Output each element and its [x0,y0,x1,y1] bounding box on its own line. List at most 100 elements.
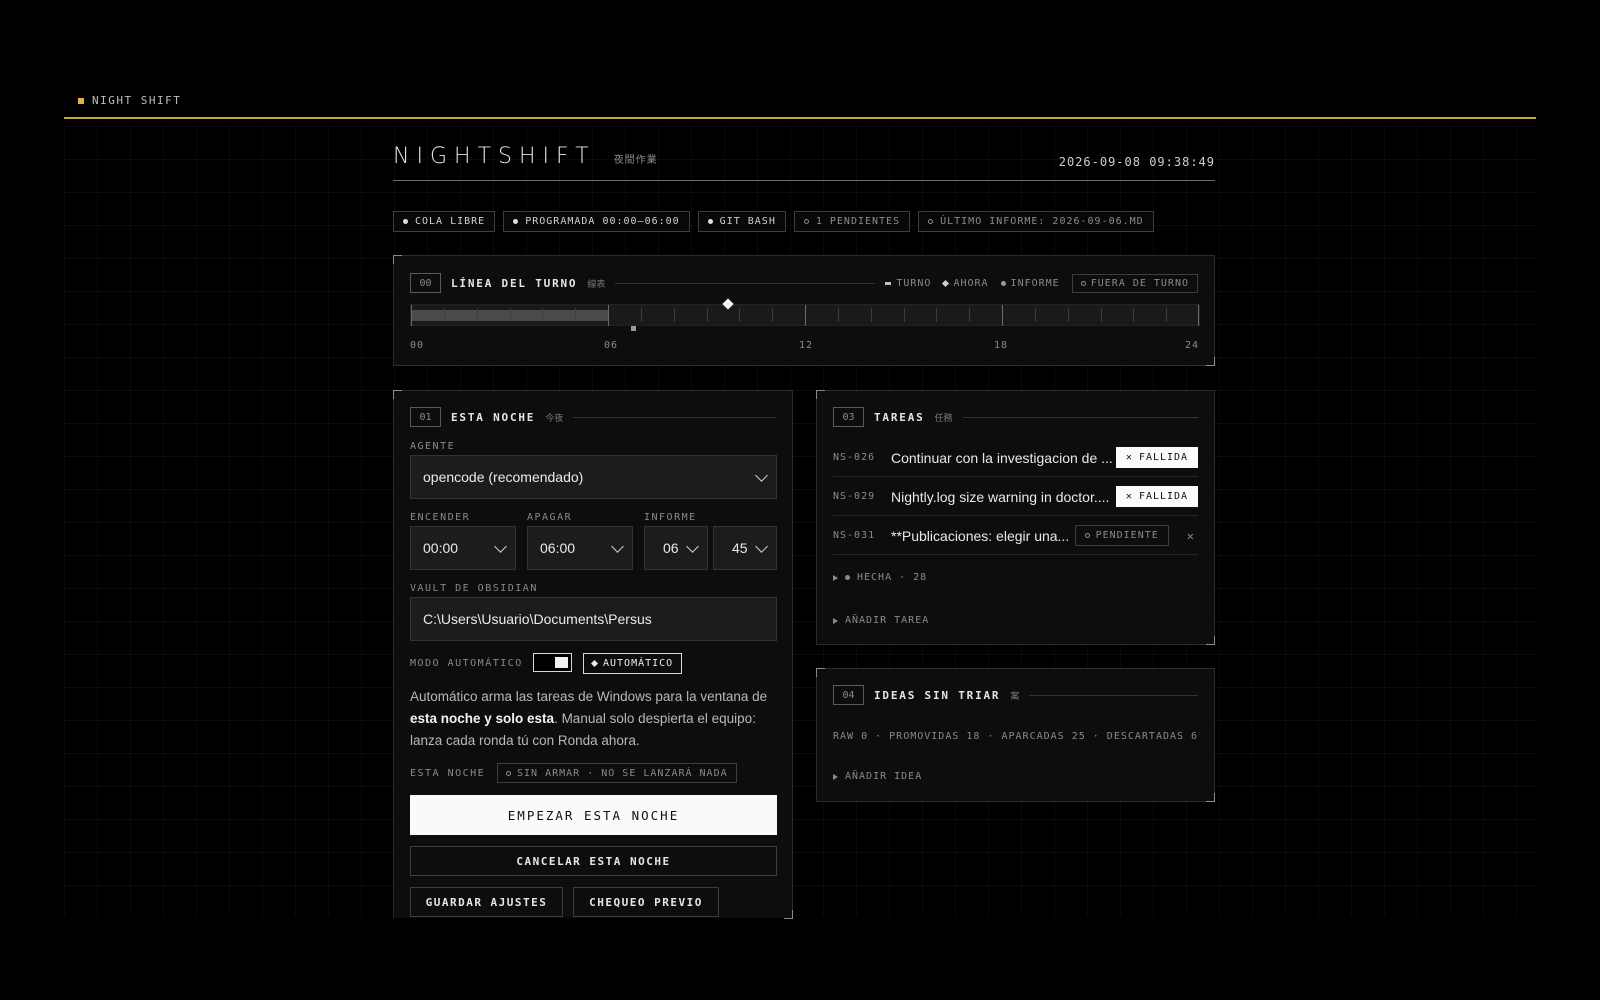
mode-label: MODO AUTOMÁTICO [410,658,523,669]
ideas-header: 04 IDEAS SIN TRIAR 案 [833,685,1198,705]
add-idea-button[interactable]: AÑADIR IDEA [833,771,922,782]
task-row[interactable]: NS-029 Nightly.log size warning in docto… [833,478,1198,516]
timeline-tick [969,308,971,322]
header-rule [573,416,776,418]
window-title: NIGHT SHIFT [78,94,181,107]
panel-kanji: 今夜 [545,413,564,424]
agent-select[interactable]: opencode (recomendado) [410,455,777,499]
agent-label: AGENTE [410,441,456,452]
ideas-summary: RAW 0 · PROMOVIDAS 18 · APARCADAS 25 · D… [833,731,1199,742]
cancel-tonight-button[interactable]: CANCELAR ESTA NOCHE [410,846,777,876]
timeline-track[interactable] [410,298,1200,331]
timeline-tick [772,308,774,322]
timeline-tick [1002,305,1003,326]
vault-path-input[interactable]: C:\Users\Usuario\Documents\Persus [410,597,777,641]
tonight-status-label: ESTA NOCHE [410,768,486,779]
task-row[interactable]: NS-031 **Publicaciones: elegir una... PE… [833,517,1198,555]
caret-right-icon [833,617,838,624]
header-divider [393,180,1215,181]
timeline-tick [1166,308,1168,322]
chip-schedule: PROGRAMADA 00:00–06:00 [503,211,690,232]
tasks-header: 03 TAREAS 任務 [833,407,1198,427]
start-tonight-button[interactable]: EMPEZAR ESTA NOCHE [410,795,777,835]
chip-last-report: ÚLTIMO INFORME: 2026-09-06.MD [918,211,1154,232]
timeline-tick [608,305,609,326]
panel-number: 01 [410,407,441,427]
panel-title: ESTA NOCHE [451,410,536,424]
failed-badge: ✕ FALLIDA [1116,486,1198,507]
off-label: APAGAR [527,512,573,523]
close-icon[interactable]: ✕ [1187,529,1194,543]
task-row[interactable]: NS-026 Continuar con la investigacion de… [833,439,1198,477]
now-marker-icon [722,298,734,310]
title-divider [64,117,1536,119]
task-id: NS-026 [833,452,876,463]
x-icon: ✕ [1125,491,1133,502]
task-id: NS-029 [833,491,876,502]
timeline-panel: 00 LÍNEA DEL TURNO 線表 TURNO AHORA INFORM… [393,255,1215,366]
save-settings-button[interactable]: GUARDAR AJUSTES [410,887,563,917]
timeline-tick [1133,308,1135,322]
panel-kanji: 任務 [934,413,953,424]
chevron-down-icon [494,540,507,553]
pending-badge: PENDIENTE [1074,525,1169,546]
timeline-tick [1198,305,1199,326]
legend-informe: INFORME [1000,278,1060,289]
hollow-dot-icon [803,219,809,224]
ideas-panel: 04 IDEAS SIN TRIAR 案 RAW 0 · PROMOVIDAS … [816,668,1215,802]
timeline-tick [1067,308,1069,322]
hollow-dot-icon [1084,533,1090,538]
report-marker [630,326,636,331]
panel-number: 03 [833,407,864,427]
dot-icon [707,219,713,224]
failed-badge: ✕ FALLIDA [1116,447,1198,468]
brand-kanji: 夜間作業 [613,155,658,166]
timeline-legend: TURNO AHORA INFORME FUERA DE TURNO [885,273,1198,293]
dot-icon [1000,280,1006,286]
report-minute-select[interactable]: 45 [713,526,777,570]
timeline-header: 00 LÍNEA DEL TURNO 線表 TURNO AHORA INFORM… [410,273,1198,293]
timeline-tick [936,308,938,322]
off-time-select[interactable]: 06:00 [527,526,633,570]
chevron-down-icon [755,540,768,553]
timeline-tick [1034,308,1036,322]
panel-title: LÍNEA DEL TURNO [451,276,578,290]
timeline-tick [805,305,806,326]
timeline-tick [739,308,741,322]
axis-label-00: 00 [410,340,425,351]
tonight-panel: 01 ESTA NOCHE 今夜 AGENTE opencode (recome… [393,390,793,919]
panel-title: TAREAS [874,410,925,424]
on-label: ENCENDER [410,512,471,523]
task-title: **Publicaciones: elegir una... [891,527,1070,544]
diamond-icon [942,279,950,287]
tasks-panel: 03 TAREAS 任務 NS-026 Continuar con la inv… [816,390,1215,645]
timeline-tick [640,308,642,322]
mode-description: Automático arma las tareas de Windows pa… [410,689,768,748]
done-toggle[interactable]: HECHA · 28 [833,572,927,583]
brand: NIGHTSHIFT 夜間作業 [393,144,658,169]
task-title: Continuar con la investigacion de ... [891,449,1113,466]
clock: 2026-09-08 09:38:49 [1058,155,1215,169]
background-grid [64,126,1536,916]
timeline-tick [903,308,905,322]
chevron-down-icon [755,469,768,482]
timeline-tick [575,308,577,322]
timeline-tick [870,308,872,322]
timeline-tick [443,308,445,322]
panel-kanji: 線表 [587,279,606,290]
tonight-header: 01 ESTA NOCHE 今夜 [410,407,776,427]
toggle-knob [555,657,568,668]
report-hour-select[interactable]: 06 [644,526,708,570]
panel-title: IDEAS SIN TRIAR [874,688,1001,702]
on-time-select[interactable]: 00:00 [410,526,516,570]
chip-shell: GIT BASH [697,211,786,232]
off-shift-badge: FUERA DE TURNO [1071,273,1198,293]
hollow-dot-icon [506,770,511,776]
hollow-dot-icon [928,219,934,224]
auto-mode-toggle[interactable] [533,653,572,672]
add-task-button[interactable]: AÑADIR TAREA [833,615,929,626]
timeline-tick [1100,308,1102,322]
panel-number: 00 [410,273,441,293]
precheck-button[interactable]: CHEQUEO PREVIO [573,887,719,917]
timeline-tick [542,308,544,322]
